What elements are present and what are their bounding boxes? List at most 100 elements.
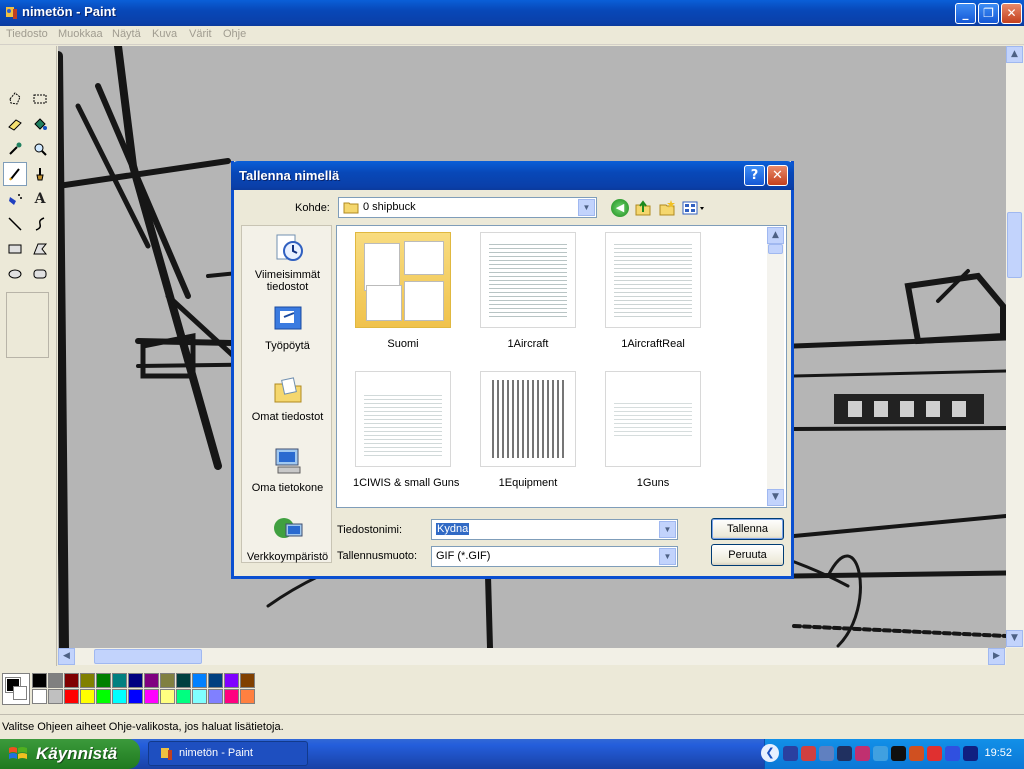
palette-swatch[interactable] [160,673,175,688]
palette-swatch[interactable] [112,673,127,688]
palette-swatch[interactable] [224,673,239,688]
location-select[interactable]: 0 shipbuck ▼ [338,197,597,218]
new-folder-icon[interactable] [658,199,676,217]
filetype-dropdown-icon[interactable]: ▼ [659,548,676,565]
file-item-1guns[interactable]: 1Guns [603,371,703,489]
palette-swatch[interactable] [240,673,255,688]
tray-app-icon-1[interactable] [783,746,798,761]
tray-app-icon-5[interactable] [855,746,870,761]
menu-varit[interactable]: Värit [189,28,212,40]
tray-app-icon-2[interactable] [801,746,816,761]
airbrush-icon[interactable] [3,187,27,211]
start-button[interactable]: Käynnistä [0,739,140,769]
scroll-up-icon[interactable]: ▲ [1006,46,1023,63]
ellipse-icon[interactable] [3,262,27,286]
view-menu-icon[interactable] [681,199,707,217]
tray-app-icon-3[interactable] [819,746,834,761]
tray-app-icon-6[interactable] [873,746,888,761]
palette-swatch[interactable] [112,689,127,704]
palette-swatch[interactable] [48,673,63,688]
palette-swatch[interactable] [128,689,143,704]
file-list[interactable]: Suomi 1Aircraft 1AircraftReal 1CIWIS & s… [336,225,787,508]
horizontal-scroll-thumb[interactable] [94,649,202,664]
tray-app-icon-4[interactable] [837,746,852,761]
palette-swatch[interactable] [32,673,47,688]
menu-kuva[interactable]: Kuva [152,28,177,40]
polygon-icon[interactable] [28,237,52,261]
menu-muokkaa[interactable]: Muokkaa [58,28,103,40]
palette-swatch[interactable] [224,689,239,704]
menu-tiedosto[interactable]: Tiedosto [6,28,48,40]
file-item-1equipment[interactable]: 1Equipment [478,371,578,489]
place-network[interactable]: Verkkoympäristö [242,514,333,563]
filename-dropdown-icon[interactable]: ▼ [659,521,676,538]
place-my-documents[interactable]: Omat tiedostot [242,374,333,423]
place-recent[interactable]: Viimeisimmät tiedostot [242,232,333,293]
rounded-rect-icon[interactable] [28,262,52,286]
curve-icon[interactable] [28,212,52,236]
file-scroll-down-icon[interactable]: ▼ [767,489,784,506]
back-arrow-icon[interactable]: ◀ [611,199,629,217]
palette-swatch[interactable] [192,689,207,704]
palette-swatch[interactable] [32,689,47,704]
file-scroll-up-icon[interactable]: ▲ [767,227,784,244]
palette-swatch[interactable] [160,689,175,704]
palette-swatch[interactable] [144,689,159,704]
file-item-1aircraft[interactable]: 1Aircraft [478,232,578,350]
color-picker-icon[interactable] [3,137,27,161]
palette-swatch[interactable] [176,689,191,704]
brush-icon[interactable] [28,162,52,186]
fill-bucket-icon[interactable] [28,112,52,136]
dialog-help-button[interactable]: ? [744,165,765,186]
palette-swatch[interactable] [208,689,223,704]
menu-ohje[interactable]: Ohje [223,28,246,40]
tray-app-icon-11[interactable] [963,746,978,761]
palette-swatch[interactable] [208,673,223,688]
tool-options-panel[interactable] [6,292,49,358]
close-button[interactable]: ✕ [1001,3,1022,24]
vertical-scroll-thumb[interactable] [1007,212,1022,278]
window-titlebar[interactable]: nimetön - Paint _ ❐ ✕ [0,0,1024,26]
eraser-icon[interactable] [3,112,27,136]
up-folder-icon[interactable] [634,199,652,217]
dialog-close-button[interactable]: ✕ [767,165,788,186]
tray-app-icon-8[interactable] [909,746,924,761]
scroll-right-icon[interactable]: ▶ [988,648,1005,665]
taskbar-item-paint[interactable]: nimetön - Paint [148,741,308,766]
palette-swatch[interactable] [96,689,111,704]
file-list-scrollbar[interactable]: ▲ ▼ [767,227,784,506]
palette-swatch[interactable] [48,689,63,704]
palette-swatch[interactable] [64,673,79,688]
vertical-scrollbar[interactable]: ▲ ▼ [1006,46,1024,648]
bluetooth-icon[interactable] [945,746,960,761]
tray-app-icon-9[interactable] [927,746,942,761]
cancel-button[interactable]: Peruuta [711,544,784,566]
filetype-select[interactable]: GIF (*.GIF) ▼ [431,546,678,567]
dialog-titlebar[interactable]: Tallenna nimellä ? ✕ [231,161,794,190]
palette-swatch[interactable] [176,673,191,688]
maximize-button[interactable]: ❐ [978,3,999,24]
palette-swatch[interactable] [192,673,207,688]
save-button[interactable]: Tallenna [711,518,784,540]
text-tool-icon[interactable]: A [28,187,52,211]
tray-app-icon-7[interactable] [891,746,906,761]
location-dropdown-icon[interactable]: ▼ [578,199,595,216]
file-item-1ciwis[interactable]: 1CIWIS & small Guns [353,371,459,489]
palette-swatch[interactable] [144,673,159,688]
magnifier-icon[interactable] [28,137,52,161]
file-item-1aircraftreal[interactable]: 1AircraftReal [603,232,703,350]
place-desktop[interactable]: Työpöytä [242,303,333,352]
palette-swatch[interactable] [80,689,95,704]
pencil-icon[interactable] [3,162,27,186]
palette-swatch[interactable] [240,689,255,704]
palette-swatch[interactable] [80,673,95,688]
palette-swatch[interactable] [128,673,143,688]
file-scroll-thumb[interactable] [768,244,783,254]
palette-swatch[interactable] [96,673,111,688]
line-icon[interactable] [3,212,27,236]
free-select-icon[interactable] [3,87,27,111]
file-item-suomi[interactable]: Suomi [353,232,453,350]
place-my-computer[interactable]: Oma tietokone [242,445,333,494]
scroll-left-icon[interactable]: ◀ [58,648,75,665]
scroll-down-icon[interactable]: ▼ [1006,630,1023,647]
